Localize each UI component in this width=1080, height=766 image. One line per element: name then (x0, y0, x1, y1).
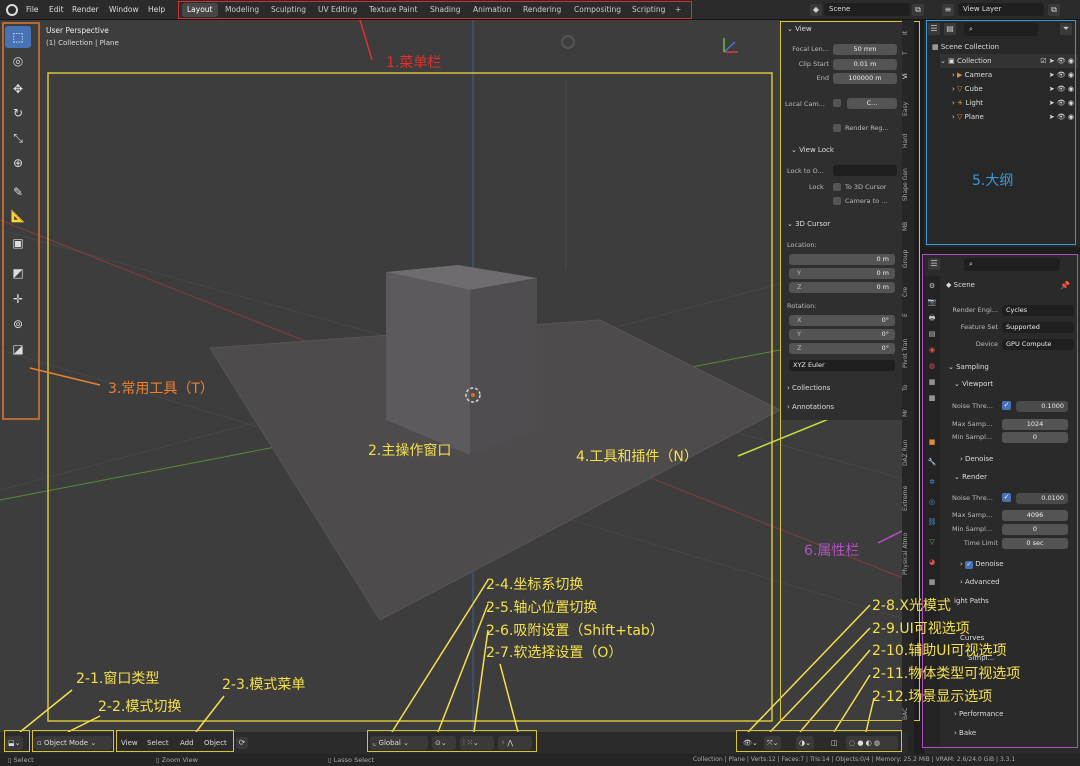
scene-icon[interactable]: ◆ (810, 4, 822, 16)
display-tools-highlight (736, 730, 902, 752)
annotation-2-8: 2-8.X光模式 (872, 598, 951, 614)
annotation-2-10: 2-10.辅助UI可视选项 (872, 643, 1007, 659)
menu-window[interactable]: Window (109, 0, 139, 20)
annotation-2-7: 2-7.软选择设置（O） (486, 645, 623, 661)
tool-shelf: ⬚ ◎ ✥ ↻ ⤡ ⊕ ✎ 📐 ▣ ◩ ✛ ⊚ ◪ (5, 26, 31, 362)
shear-icon[interactable]: ◩ (5, 262, 31, 284)
menu-edit[interactable]: Edit (49, 0, 64, 20)
select-box-icon[interactable]: ⬚ (5, 26, 31, 48)
new-view-layer-icon[interactable]: ⧉ (1048, 4, 1060, 16)
view-layer-icon[interactable]: ≡ (942, 4, 954, 16)
status-lasso: ▯ Lasso Select (328, 756, 375, 764)
ntab-mr[interactable]: Mr (902, 404, 914, 422)
gizmo-toggle-icon[interactable]: ⟳ (236, 737, 248, 749)
ntab-hard[interactable]: Hard (902, 128, 914, 154)
ntab-item[interactable]: It (902, 26, 914, 40)
annotate-icon[interactable]: ✎ (5, 181, 31, 203)
rotate-icon[interactable]: ↻ (5, 102, 31, 124)
mouse-middle-icon: ▯ (156, 756, 160, 764)
ntab-physical-atmo[interactable]: Physical Atmo (902, 524, 914, 584)
annotation-2-9: 2-9.UI可视选项 (872, 621, 970, 637)
ntab-group[interactable]: Group (902, 242, 914, 276)
orbit-icon[interactable]: ⊚ (5, 313, 31, 335)
annotation-2-4: 2-4.坐标系切换 (486, 577, 584, 593)
annotation-properties: 6.属性栏 (804, 543, 860, 559)
ntab-mb[interactable]: MB (902, 216, 914, 236)
annotation-menu-bar: 1.菜单栏 (386, 55, 442, 71)
ntab-pivot-tran[interactable]: Pivot Tran (902, 330, 914, 376)
menu-file[interactable]: File (26, 0, 39, 20)
annotation-outliner: 5.大纲 (972, 173, 1014, 189)
viewport-title: User Perspective (46, 26, 109, 35)
menu-help[interactable]: Help (148, 0, 165, 20)
cursor-icon[interactable]: ◎ (5, 50, 31, 72)
blender-logo-icon[interactable] (6, 4, 18, 16)
transform-icon[interactable]: ⊕ (5, 152, 31, 174)
status-zoom: ▯ Zoom View (156, 756, 198, 764)
ntab-e[interactable]: E (902, 308, 914, 322)
annotation-2-6: 2-6.吸附设置（Shift+tab） (486, 623, 664, 639)
annotation-2-3: 2-3.模式菜单 (222, 677, 306, 693)
ntab-tool[interactable]: T (902, 46, 914, 60)
ntab-view[interactable]: Vi (902, 66, 914, 86)
scale-icon[interactable]: ⤡ (5, 127, 31, 149)
ntab-daz-run[interactable]: DAZ Run (902, 430, 914, 476)
annotation-2-12: 2-12.场景显示选项 (872, 689, 993, 705)
scene-field[interactable]: Scene (824, 3, 910, 16)
ntab-extreme[interactable]: Extreme (902, 480, 914, 516)
new-scene-icon[interactable]: ⧉ (912, 4, 924, 16)
annotation-tools: 3.常用工具（T） (108, 381, 214, 397)
annotation-2-1: 2-1.窗口类型 (76, 671, 160, 687)
ntab-shape-gen[interactable]: Shape Gen (902, 160, 914, 210)
view-layer-field[interactable]: View Layer (958, 3, 1044, 16)
mode-menu-highlight (116, 730, 234, 752)
status-select: ▯ Select (8, 756, 34, 764)
menu-bar-highlight (178, 1, 692, 19)
ntab-easy[interactable]: Easy (902, 96, 914, 122)
annotation-tools-plugins: 4.工具和插件（N） (576, 449, 698, 465)
shade-icon[interactable]: ◪ (5, 338, 31, 360)
move-view-icon[interactable]: ✛ (5, 288, 31, 310)
mouse-left-icon: ▯ (8, 756, 12, 764)
mode-highlight (32, 730, 114, 752)
annotation-2-5: 2-5.轴心位置切换 (486, 600, 598, 616)
viewport-subtitle: (1) Collection | Plane (46, 39, 119, 47)
transform-tools-highlight (367, 730, 537, 752)
npanel-highlight (780, 21, 920, 721)
annotation-main-window: 2.主操作窗口 (368, 443, 452, 459)
outliner-highlight (926, 20, 1076, 245)
annotation-2-11: 2-11.物体类型可视选项 (872, 666, 1021, 682)
ntab-to[interactable]: To (902, 380, 914, 396)
status-stats: Collection | Plane | Verts:12 | Faces:7 … (693, 756, 1016, 763)
add-cube-icon[interactable]: ▣ (5, 232, 31, 254)
annotation-2-2: 2-2.模式切换 (98, 699, 182, 715)
menu-render[interactable]: Render (72, 0, 99, 20)
ntab-cre[interactable]: Cre (902, 282, 914, 302)
measure-icon[interactable]: 📐 (5, 205, 31, 227)
mouse-right-icon: ▯ (328, 756, 332, 764)
move-icon[interactable]: ✥ (5, 78, 31, 100)
editor-type-highlight (4, 730, 30, 752)
